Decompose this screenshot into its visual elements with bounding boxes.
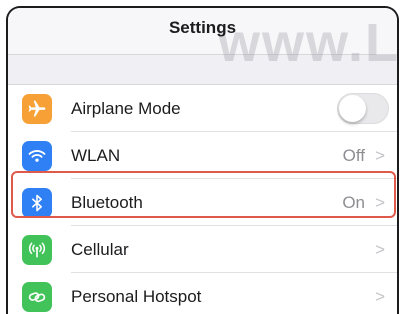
- settings-row-airplane-mode[interactable]: Airplane Mode: [8, 85, 397, 132]
- chevron-right-icon: >: [375, 287, 385, 306]
- device-frame: www.LU Settings Airplane Mode WLAN O: [6, 6, 399, 314]
- link-icon: [22, 282, 52, 312]
- bluetooth-status: On: [342, 193, 365, 212]
- settings-row-wlan[interactable]: WLAN Off >: [8, 132, 397, 179]
- bluetooth-label: Bluetooth: [71, 193, 143, 212]
- antenna-icon: [22, 235, 52, 265]
- airplane-mode-label: Airplane Mode: [71, 99, 181, 118]
- airplane-icon: [22, 94, 52, 124]
- wifi-icon: [22, 141, 52, 171]
- chevron-right-icon: >: [375, 193, 385, 212]
- personal-hotspot-label: Personal Hotspot: [71, 287, 202, 306]
- settings-row-bluetooth[interactable]: Bluetooth On >: [8, 179, 397, 226]
- airplane-mode-toggle[interactable]: [337, 93, 389, 124]
- settings-row-personal-hotspot[interactable]: Personal Hotspot >: [8, 273, 397, 314]
- navigation-bar: www.LU Settings: [8, 8, 397, 73]
- wlan-status: Off: [342, 146, 365, 165]
- toggle-knob: [339, 95, 366, 122]
- page-title: Settings: [168, 18, 237, 37]
- bluetooth-icon: [22, 188, 52, 218]
- settings-row-cellular[interactable]: Cellular >: [8, 226, 397, 273]
- wlan-label: WLAN: [71, 146, 121, 165]
- chevron-right-icon: >: [375, 240, 385, 259]
- cellular-label: Cellular: [71, 240, 129, 259]
- chevron-right-icon: >: [375, 146, 385, 165]
- settings-list: Airplane Mode WLAN Off > Bluetooth On > …: [8, 84, 397, 314]
